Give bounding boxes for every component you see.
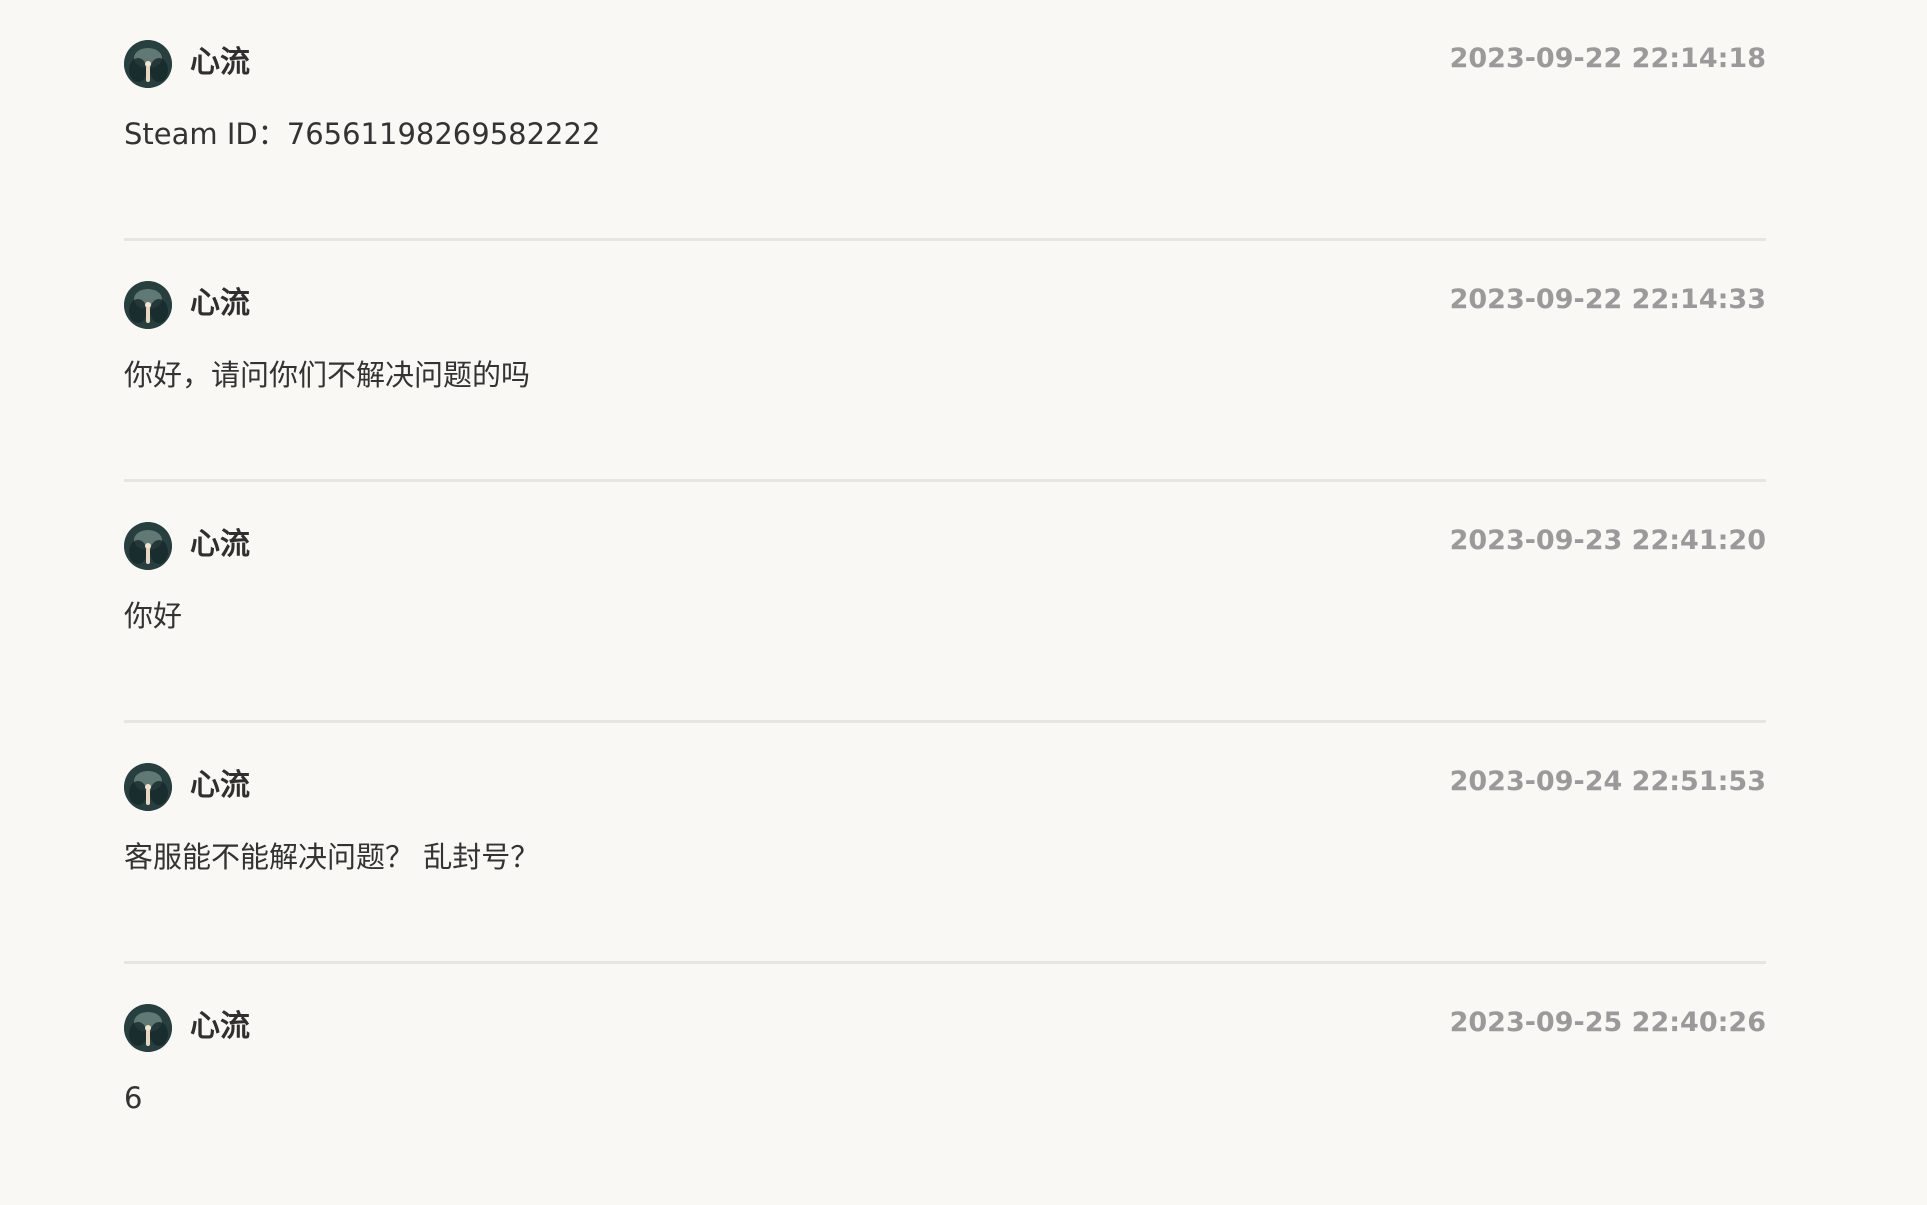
- message-item: 心流 2023-09-24 22:51:53 客服能不能解决问题？ 乱封号？: [124, 723, 1766, 964]
- avatar[interactable]: [124, 281, 172, 329]
- avatar-image-icon: [124, 281, 172, 329]
- message-text: 客服能不能解决问题？ 乱封号？: [124, 840, 540, 874]
- message-header: 心流 2023-09-23 22:41:20: [124, 518, 1766, 572]
- username[interactable]: 心流: [190, 526, 250, 564]
- username[interactable]: 心流: [190, 285, 250, 323]
- username[interactable]: 心流: [190, 1008, 250, 1046]
- message-thread: 心流 2023-09-22 22:14:18 Steam ID：76561198…: [124, 0, 1766, 1205]
- username[interactable]: 心流: [190, 767, 250, 805]
- message-text: 你好，请问你们不解决问题的吗: [124, 358, 531, 392]
- timestamp: 2023-09-24 22:51:53: [1449, 766, 1766, 797]
- message-header: 心流 2023-09-22 22:14:33: [124, 277, 1766, 331]
- timestamp: 2023-09-25 22:40:26: [1449, 1007, 1766, 1038]
- avatar[interactable]: [124, 1004, 172, 1052]
- avatar[interactable]: [124, 522, 172, 570]
- avatar-image-icon: [124, 763, 172, 811]
- timestamp: 2023-09-22 22:14:33: [1449, 284, 1766, 315]
- message-header: 心流 2023-09-22 22:14:18: [124, 36, 1766, 90]
- message-text: Steam ID：76561198269582222: [124, 117, 601, 151]
- username[interactable]: 心流: [190, 44, 250, 82]
- message-item: 心流 2023-09-22 22:14:18 Steam ID：76561198…: [124, 0, 1766, 241]
- avatar-image-icon: [124, 1004, 172, 1052]
- timestamp: 2023-09-23 22:41:20: [1449, 525, 1766, 556]
- message-item: 心流 2023-09-22 22:14:33 你好，请问你们不解决问题的吗: [124, 241, 1766, 482]
- message-text: 你好: [124, 599, 183, 633]
- avatar-image-icon: [124, 522, 172, 570]
- message-item: 心流 2023-09-23 22:41:20 你好: [124, 482, 1766, 723]
- timestamp: 2023-09-22 22:14:18: [1449, 43, 1766, 74]
- message-header: 心流 2023-09-25 22:40:26: [124, 1000, 1766, 1054]
- message-item: 心流 2023-09-25 22:40:26 6: [124, 964, 1766, 1205]
- message-text: 6: [124, 1081, 143, 1115]
- message-header: 心流 2023-09-24 22:51:53: [124, 759, 1766, 813]
- avatar[interactable]: [124, 763, 172, 811]
- avatar[interactable]: [124, 40, 172, 88]
- avatar-image-icon: [124, 40, 172, 88]
